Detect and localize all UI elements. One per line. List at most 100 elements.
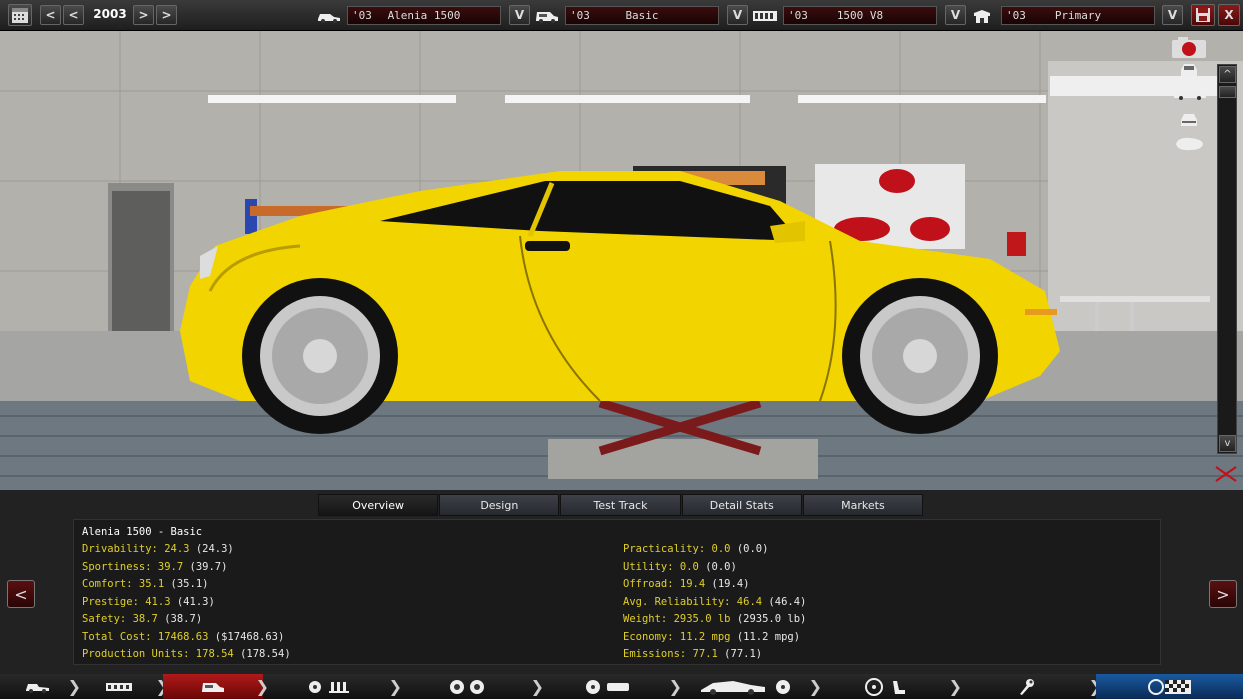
nav-interior[interactable]: ❯ <box>816 674 962 699</box>
stat-base-value: (35.1) <box>170 578 209 590</box>
nav-finish[interactable] <box>1096 674 1243 699</box>
brakes-icon <box>586 679 629 694</box>
nav-chassis[interactable]: ❯ <box>75 674 169 699</box>
prev-year-button[interactable]: < <box>40 5 61 25</box>
stat-value: 2935.0 lb <box>673 613 731 625</box>
stat-base-value: ($17468.63) <box>214 630 285 643</box>
stat-row: Production Units: 178.54 (178.54) <box>82 648 291 666</box>
stat-row: Utility: 0.0 (0.0) <box>623 561 806 579</box>
engine-icon <box>753 11 777 21</box>
nav-gearbox[interactable]: ❯ <box>396 674 544 699</box>
stat-label: Weight: <box>623 613 668 625</box>
tab-markets[interactable]: Markets <box>802 494 924 516</box>
close-button[interactable]: X <box>1218 4 1240 26</box>
trim-select[interactable]: '03 Basic <box>565 6 719 25</box>
stat-value: 11.2 mpg <box>679 630 731 643</box>
stat-base-value: (0.0) <box>705 560 737 573</box>
stat-row: Weight: 2935.0 lb (2935.0 lb) <box>623 613 806 631</box>
stat-value: 24.3 <box>164 543 190 555</box>
garage-viewport[interactable]: ^ v <box>0 31 1243 490</box>
stat-value: 178.54 <box>195 648 234 660</box>
prev-year-fast-button[interactable]: < <box>63 5 84 25</box>
nav-models[interactable]: ❯ <box>163 674 269 699</box>
stat-base-value: (11.2 mpg) <box>736 630 801 643</box>
stat-base-value: (77.1) <box>724 648 763 660</box>
trim-dropdown-button[interactable]: V <box>727 5 748 25</box>
car-model-dropdown-button[interactable]: V <box>509 5 530 25</box>
car-body-icon <box>701 679 790 695</box>
tab-design[interactable]: Design <box>439 494 560 516</box>
stat-label: Comfort: <box>82 578 133 590</box>
garage-scene <box>0 31 1243 490</box>
trim-name: Basic <box>625 9 659 22</box>
side-view-icon[interactable] <box>1172 87 1208 101</box>
zoom-in-button[interactable]: ^ <box>1219 66 1236 83</box>
nav-vehicle[interactable]: ❯ <box>0 674 81 699</box>
stat-base-value: (46.4) <box>768 595 807 608</box>
factory-dropdown-button[interactable]: V <box>1162 5 1183 25</box>
stat-value: 17468.63 <box>157 630 209 643</box>
gears-icon <box>450 679 484 694</box>
stat-value: 77.1 <box>692 648 718 660</box>
camera-zoom-scrollbar[interactable]: ^ v <box>1217 64 1237 454</box>
stats-left-column: Drivability: 24.3 (24.3) Sportiness: 39.… <box>82 543 291 666</box>
tab-overview[interactable]: Overview <box>318 494 439 516</box>
camera-icon[interactable] <box>1170 35 1208 59</box>
stat-value: 0.0 <box>711 543 731 555</box>
stats-right-column: Practicality: 0.0 (0.0) Utility: 0.0 (0.… <box>623 543 806 666</box>
top-view-icon[interactable] <box>1172 135 1206 153</box>
stat-row: Prestige: 41.3 (41.3) <box>82 596 291 614</box>
front-view-icon[interactable] <box>1178 61 1200 79</box>
nav-factory[interactable]: ❯ <box>956 674 1102 699</box>
save-icon <box>1196 8 1210 22</box>
game-window: < < 2003 > > '03 Alenia 1500 V '03 Basic… <box>0 0 1243 699</box>
zoom-out-button[interactable]: v <box>1219 435 1236 452</box>
wrench-icon <box>1020 678 1034 695</box>
nav-engine[interactable]: ❯ <box>263 674 402 699</box>
next-page-button[interactable]: > <box>1209 580 1237 608</box>
stat-label: Production Units: <box>82 648 190 660</box>
overview-stats: Alenia 1500 - Basic Drivability: 24.3 (2… <box>73 519 1161 665</box>
trim-icon <box>536 12 558 23</box>
stat-label: Drivability: <box>82 543 158 555</box>
tab-test-track[interactable]: Test Track <box>560 494 681 516</box>
next-year-button[interactable]: > <box>133 5 154 25</box>
car-models-icon <box>202 682 224 692</box>
checkered-flag-icon <box>1147 678 1191 695</box>
info-tabs: Overview Design Test Track Detail Stats … <box>318 494 924 516</box>
stat-label: Practicality: <box>623 543 706 555</box>
factory-name: Primary <box>1054 9 1102 22</box>
stat-base-value: (178.54) <box>240 648 291 660</box>
nav-body[interactable]: ❯ <box>676 674 822 699</box>
stats-title: Alenia 1500 - Basic <box>82 526 203 538</box>
nav-brakes[interactable]: ❯ <box>538 674 682 699</box>
engine-select[interactable]: '03 1500 V8 <box>783 6 937 25</box>
calendar-button[interactable] <box>8 4 32 26</box>
save-button[interactable] <box>1191 4 1215 26</box>
stat-value: 35.1 <box>138 578 165 590</box>
next-year-fast-button[interactable]: > <box>156 5 177 25</box>
stat-label: Sportiness: <box>82 560 152 573</box>
engine-dropdown-button[interactable]: V <box>945 5 966 25</box>
year-display: 2003 <box>93 7 127 21</box>
steering-wheel-icon <box>865 677 905 696</box>
stat-value: 38.7 <box>132 613 158 625</box>
car-model-select[interactable]: '03 Alenia 1500 <box>347 6 501 25</box>
prev-page-button[interactable]: < <box>7 580 35 608</box>
rear-view-icon[interactable] <box>1178 111 1200 129</box>
top-bar: < < 2003 > > '03 Alenia 1500 V '03 Basic… <box>0 0 1243 31</box>
factory-select[interactable]: '03 Primary <box>1001 6 1155 25</box>
calendar-icon <box>12 8 28 23</box>
stat-label: Emissions: <box>623 648 687 660</box>
tab-detail-stats[interactable]: Detail Stats <box>681 494 802 516</box>
stat-value: 19.4 <box>679 578 706 590</box>
stat-row: Sportiness: 39.7 (39.7) <box>82 561 291 579</box>
engine-cylinders-icon <box>308 680 349 693</box>
zoom-thumb[interactable] <box>1219 86 1236 98</box>
stat-base-value: (24.3) <box>195 543 234 555</box>
car-model-icon <box>318 14 340 23</box>
factory-icon <box>974 10 990 23</box>
expand-icon[interactable] <box>1212 463 1240 485</box>
stat-label: Avg. Reliability: <box>623 595 731 608</box>
section-nav-bar: ❯ ❯ ❯ ❯ ❯ ❯ ❯ ❯ <box>0 674 1243 699</box>
